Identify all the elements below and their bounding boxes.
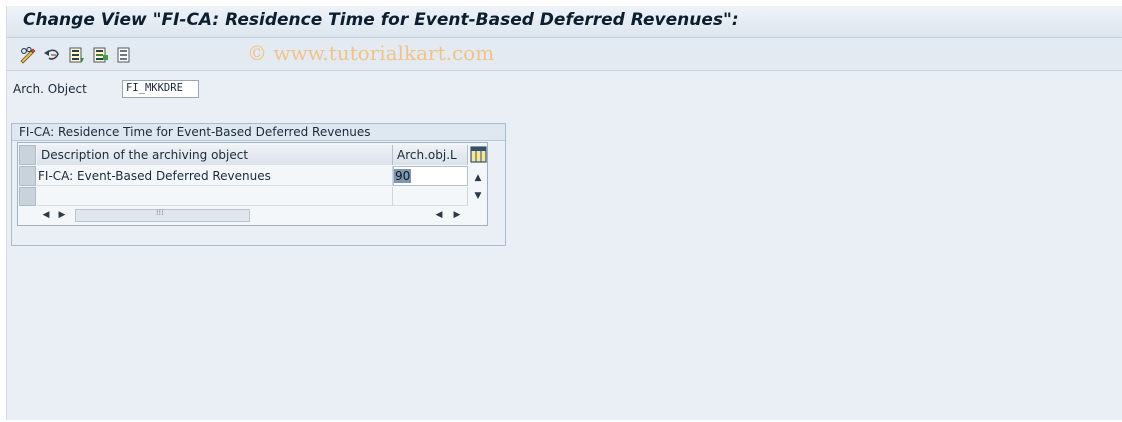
scroll-right-icon[interactable]: ▶ [450,208,464,222]
sap-screen: Change View "FI-CA: Residence Time for E… [6,6,1122,420]
display-change-icon[interactable] [19,46,37,64]
select-all-rows-button[interactable] [19,145,36,165]
scroll-down-icon[interactable]: ▼ [471,189,485,203]
select-all-icon[interactable] [67,46,85,64]
watermark-text: © www.tutorialkart.com [247,41,495,65]
table-settings-icon[interactable] [470,146,487,163]
scroll-right-icon[interactable]: ▶ [55,208,69,222]
undo-icon[interactable] [43,46,61,64]
row-selector[interactable] [19,187,36,206]
page-title: Change View "FI-CA: Residence Time for E… [23,10,739,30]
residence-time-table: Description of the archiving object Arch… [17,142,488,226]
scroll-left-icon[interactable]: ◀ [39,208,53,222]
table-row: FI-CA: Event-Based Deferred Revenues [37,166,393,186]
group-title: FI-CA: Residence Time for Event-Based De… [12,124,505,141]
row-description: FI-CA: Event-Based Deferred Revenues [38,169,271,183]
row-selector[interactable] [19,166,36,186]
residence-time-group: FI-CA: Residence Time for Event-Based De… [11,123,506,246]
application-toolbar: © www.tutorialkart.com [7,38,1122,71]
title-bar: Change View "FI-CA: Residence Time for E… [7,6,1122,38]
column-header-residence[interactable]: Arch.obj.L [393,145,468,165]
scroll-up-icon[interactable]: ▲ [471,171,485,185]
horizontal-scrollbar-thumb[interactable]: ⁞⁞⁞ [75,208,250,222]
column-header-description[interactable]: Description of the archiving object [37,145,393,165]
table-row [37,187,393,206]
scroll-left-icon[interactable]: ◀ [432,208,446,222]
arch-object-field[interactable]: FI_MKKDRE [122,80,199,98]
residence-time-input[interactable]: 90 [393,166,468,186]
deselect-all-icon[interactable] [115,46,133,64]
grip-icon: ⁞⁞⁞ [156,208,164,217]
arch-object-label: Arch. Object [13,82,87,96]
residence-time-value: 90 [394,169,412,183]
residence-time-cell-empty[interactable] [393,187,468,206]
select-block-icon[interactable] [91,46,109,64]
